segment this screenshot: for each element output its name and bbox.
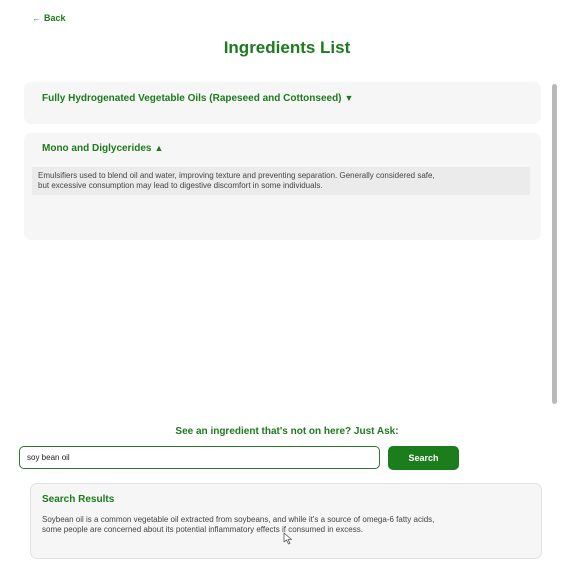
page-title: Ingredients List bbox=[223, 38, 351, 57]
collapse-triangle-icon: ▲ bbox=[154, 143, 164, 153]
search-results-text: Soybean oil is a common vegetable oil ex… bbox=[42, 515, 512, 535]
ingredient-description: Emulsifiers used to blend oil and water,… bbox=[32, 167, 530, 195]
expand-triangle-icon: ▼ bbox=[344, 93, 354, 103]
mouse-pointer-icon bbox=[283, 532, 292, 545]
ask-prompt-label: See an ingredient that's not on here? Ju… bbox=[175, 426, 399, 437]
ingredient-name: Mono and Diglycerides bbox=[42, 143, 152, 154]
left-arrow-icon: ← bbox=[32, 13, 41, 23]
ingredient-name: Fully Hydrogenated Vegetable Oils (Rapes… bbox=[42, 93, 342, 104]
search-results-title: Search Results bbox=[42, 494, 115, 505]
back-link[interactable]: ← Back bbox=[32, 13, 66, 23]
scrollbar-thumb[interactable] bbox=[552, 84, 557, 404]
description-line: but excessive consumption may lead to di… bbox=[38, 181, 323, 190]
results-line: some people are concerned about its pote… bbox=[42, 525, 363, 534]
ingredient-card: Fully Hydrogenated Vegetable Oils (Rapes… bbox=[24, 82, 541, 124]
back-label: Back bbox=[44, 13, 66, 23]
search-results-card: Search Results Soybean oil is a common v… bbox=[30, 483, 542, 559]
ingredient-header-mono-diglycerides[interactable]: Mono and Diglycerides ▲ bbox=[42, 143, 163, 154]
search-button[interactable]: Search bbox=[388, 446, 459, 470]
description-line: Emulsifiers used to blend oil and water,… bbox=[38, 171, 435, 180]
ingredient-header-hydrogenated-oils[interactable]: Fully Hydrogenated Vegetable Oils (Rapes… bbox=[42, 93, 353, 104]
results-line: Soybean oil is a common vegetable oil ex… bbox=[42, 515, 435, 524]
ingredient-card: Mono and Diglycerides ▲ Emulsifiers used … bbox=[24, 133, 541, 240]
ingredient-search-input[interactable] bbox=[19, 446, 380, 469]
